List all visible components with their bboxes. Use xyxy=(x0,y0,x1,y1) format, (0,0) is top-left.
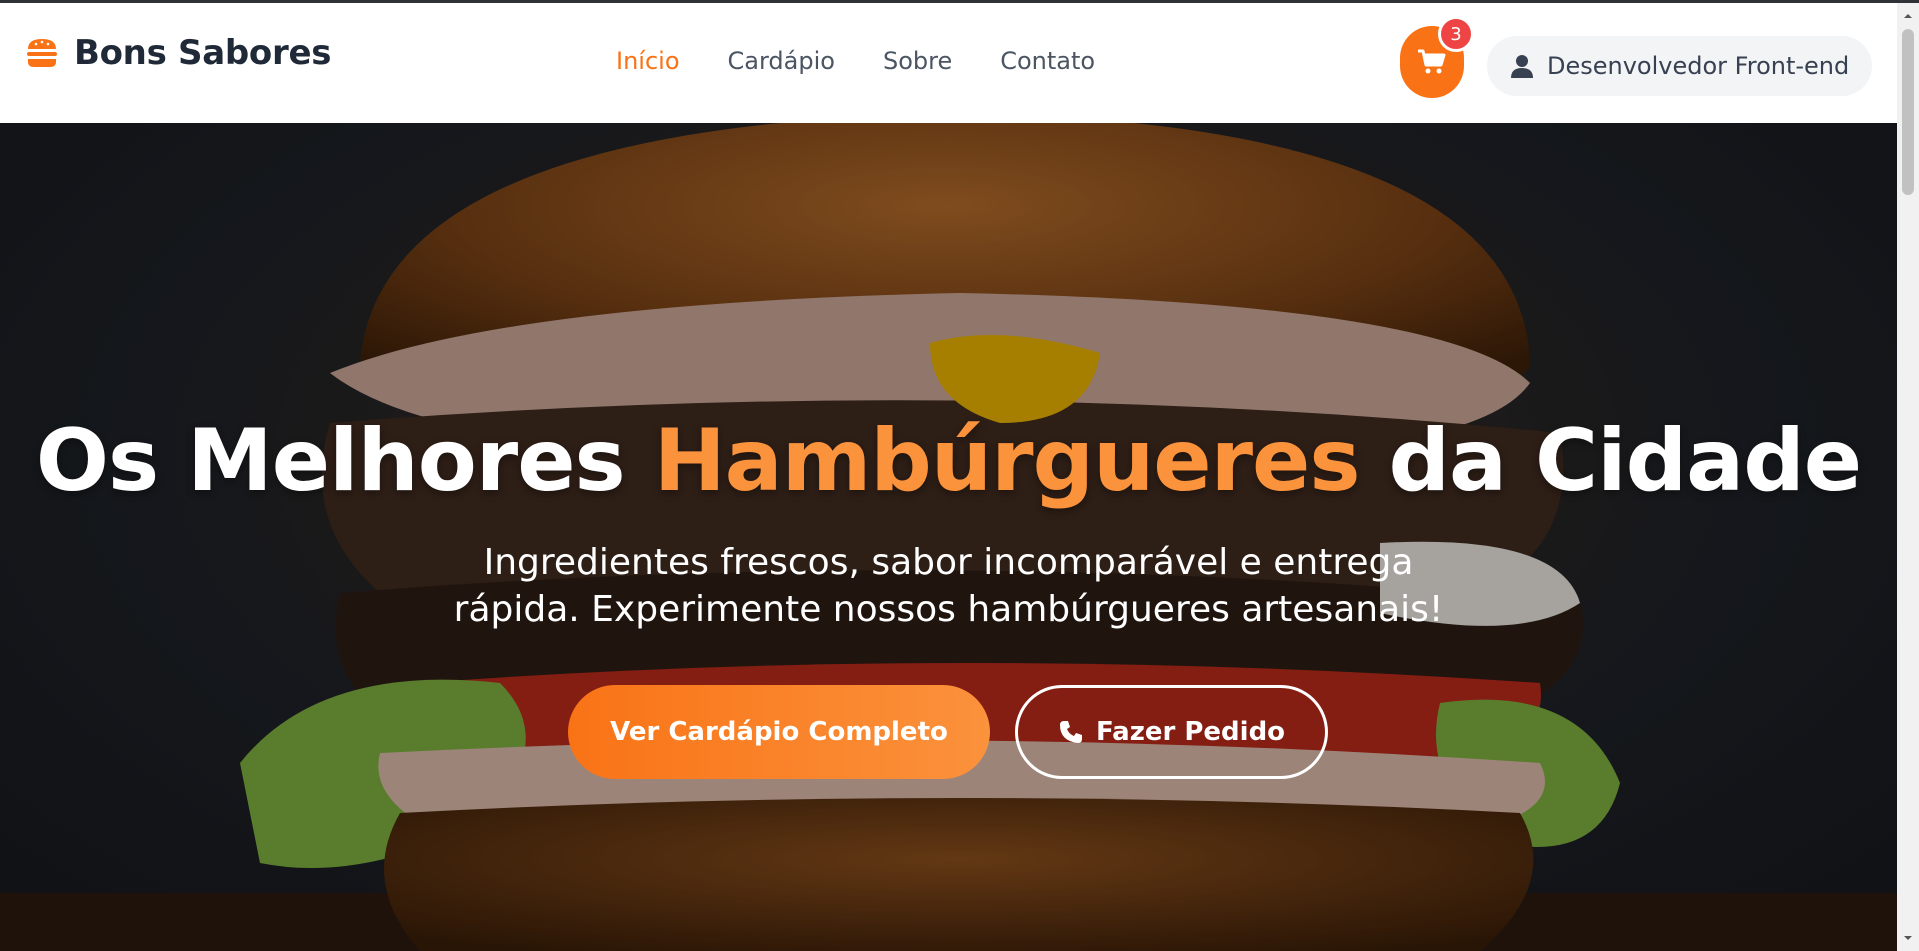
user-menu-button[interactable]: Desenvolvedor Front-end xyxy=(1487,36,1872,96)
nav-link-inicio[interactable]: Início xyxy=(616,47,680,75)
place-order-button[interactable]: Fazer Pedido xyxy=(1015,685,1328,779)
navbar: Bons Sabores Início Cardápio Sobre Conta… xyxy=(0,3,1897,123)
scroll-up-arrow-icon[interactable] xyxy=(1903,11,1913,21)
nav-link-cardapio[interactable]: Cardápio xyxy=(728,47,835,75)
phone-icon xyxy=(1059,721,1082,743)
main-nav: Início Cardápio Sobre Contato xyxy=(616,47,1095,75)
nav-link-sobre[interactable]: Sobre xyxy=(883,47,952,75)
user-label: Desenvolvedor Front-end xyxy=(1547,52,1850,80)
page-scrollbar[interactable] xyxy=(1897,3,1919,951)
hero-title-highlight: Hambúrgueres xyxy=(653,411,1361,511)
hero-title: Os Melhores Hambúrgueres da Cidade xyxy=(0,411,1897,511)
cart-icon xyxy=(1418,49,1446,74)
scrollbar-thumb[interactable] xyxy=(1902,29,1914,195)
place-order-label: Fazer Pedido xyxy=(1095,717,1286,747)
hero-title-start: Os Melhores xyxy=(35,411,654,511)
burger-icon xyxy=(27,39,57,67)
hero-section: Os Melhores Hambúrgueres da Cidade Ingre… xyxy=(0,123,1897,951)
cart-count-badge: 3 xyxy=(1438,16,1474,52)
brand-name: Bons Sabores xyxy=(74,33,332,73)
brand-logo[interactable]: Bons Sabores xyxy=(24,33,331,73)
hero-dark-overlay xyxy=(0,123,1897,951)
user-icon xyxy=(1511,55,1533,78)
scroll-down-arrow-icon[interactable] xyxy=(1903,933,1913,943)
nav-link-contato[interactable]: Contato xyxy=(1000,47,1095,75)
hero-subtitle: Ingredientes frescos, sabor incomparável… xyxy=(453,542,1444,630)
view-full-menu-button[interactable]: Ver Cardápio Completo xyxy=(568,685,990,779)
hero-title-end: da Cidade xyxy=(1359,411,1862,511)
